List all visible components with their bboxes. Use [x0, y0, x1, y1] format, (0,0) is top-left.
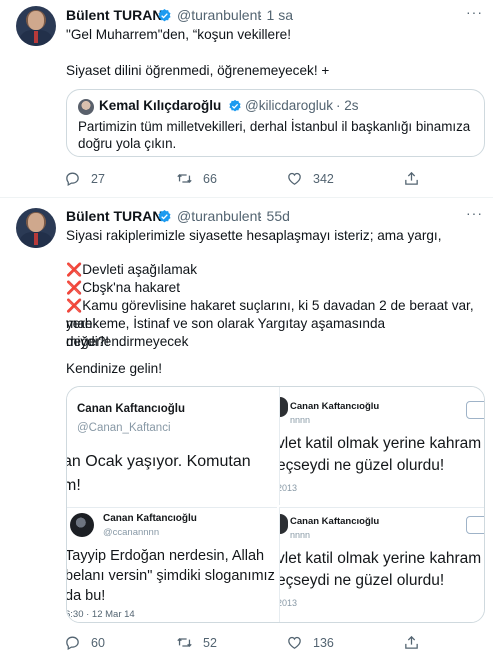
panel-author-handle: @ccanannnn: [103, 527, 160, 538]
panel-text: eçseydi ne güzel olurdu!: [279, 572, 445, 589]
panel-date: 2013: [279, 598, 298, 608]
tweet-time[interactable]: · 1 sa: [258, 7, 293, 23]
tweet-text-line: miydi?!: [66, 334, 110, 349]
tweet-actions: 27 66 342: [0, 170, 493, 190]
quote-text-line: Partimizin tüm milletvekilleri, derhal İ…: [78, 119, 471, 134]
share-icon: [405, 171, 418, 185]
tweet-text-line: Kendinize gelin!: [66, 361, 162, 376]
share-button[interactable]: [403, 170, 420, 187]
more-icon[interactable]: ···: [466, 4, 483, 20]
tweet-text-line: "Gel Muharrem"den, “koşun vekillere!: [66, 27, 291, 42]
reply-count: 60: [91, 635, 105, 650]
share-icon: [405, 635, 418, 649]
quote-time: · 2s: [336, 98, 359, 113]
panel-avatar: [280, 514, 288, 534]
like-icon: [288, 636, 301, 649]
reply-icon: [66, 172, 79, 186]
author-name[interactable]: Bülent TURAN: [66, 7, 162, 23]
reply-count: 27: [91, 171, 105, 186]
retweet-button[interactable]: 52: [176, 634, 217, 651]
panel-avatar: [70, 513, 94, 537]
media-panel: Canan Kaftancıoğlu nnnn vlet katil olmak…: [279, 387, 484, 505]
tweet-2[interactable]: Bülent TURAN @turanbulent · 55d ··· Siya…: [0, 198, 493, 655]
bullet-item: ❌Cbşk'na hakaret: [66, 279, 180, 297]
like-count: 136: [313, 635, 334, 650]
verified-badge-icon: [158, 209, 171, 223]
panel-text: da bu!: [67, 588, 106, 604]
tweet-text-line: Siyasi rakiplerimizle siyasette hesaplaş…: [66, 228, 442, 243]
follow-button: [466, 516, 484, 534]
retweet-icon: [177, 174, 192, 183]
panel-author-name: Canan Kaftancıoğlu: [103, 513, 197, 524]
panel-author-handle: nnnn: [290, 530, 311, 540]
like-count: 342: [313, 171, 334, 186]
author-handle[interactable]: @turanbulent: [177, 208, 261, 224]
panel-author-handle: @Canan_Kaftanci: [77, 422, 171, 434]
reply-icon: [66, 636, 79, 650]
panel-text: an Ocak yaşıyor. Komutan: [67, 453, 251, 470]
panel-author-name: Canan Kaftancıoğlu: [290, 401, 380, 412]
share-button[interactable]: [403, 634, 420, 651]
like-button[interactable]: 136: [286, 634, 334, 651]
panel-avatar: [280, 397, 288, 417]
author-name[interactable]: Bülent TURAN: [66, 208, 162, 224]
tweet-text-line: mahkeme, İstinaf ve son olarak Yargıtay …: [66, 316, 389, 349]
quoted-tweet[interactable]: Kemal Kılıçdaroğlu @kilicdarogluk · 2s P…: [66, 89, 485, 157]
tweet-actions: 60 52 136: [0, 634, 493, 654]
quote-author-handle: @kilicdarogluk: [245, 98, 333, 113]
media-panel: Canan Kaftancıoğlu nnnn vlet katil olmak…: [279, 507, 484, 622]
media-image[interactable]: Canan Kaftancıoğlu @Canan_Kaftanci an Oc…: [66, 386, 485, 623]
red-x-icon: ❌: [66, 298, 83, 313]
tweet-1[interactable]: Bülent TURAN @turanbulent · 1 sa ··· "Ge…: [0, 0, 493, 196]
quote-avatar: [78, 99, 94, 115]
verified-badge-icon: [229, 99, 241, 112]
quote-text-line: doğru yola çıkın.: [78, 136, 177, 151]
retweet-button[interactable]: 66: [176, 170, 217, 187]
verified-badge-icon: [158, 8, 171, 22]
retweet-count: 52: [203, 635, 217, 650]
panel-text: m!: [67, 477, 81, 494]
panel-text: belanı versin" şimdiki sloganımız: [67, 568, 275, 584]
tweet-time[interactable]: · 55d: [258, 208, 290, 224]
panel-text: eçseydi ne güzel olurdu!: [279, 457, 445, 474]
like-button[interactable]: 342: [286, 170, 334, 187]
avatar[interactable]: [16, 6, 56, 46]
like-icon: [288, 172, 301, 185]
bullet-item: ❌Devleti aşağılamak: [66, 261, 197, 279]
quote-author-name: Kemal Kılıçdaroğlu: [99, 98, 222, 113]
follow-button: [466, 401, 484, 419]
red-x-icon: ❌: [66, 280, 83, 295]
panel-text: Tayyip Erdoğan nerdesin, Allah: [67, 548, 265, 564]
panel-author-name: Canan Kaftancıoğlu: [77, 403, 185, 415]
retweet-icon: [177, 638, 192, 647]
tweet-text-line: Siyaset dilini öğrenmedi, öğrenemeyecek!…: [66, 63, 330, 78]
author-handle[interactable]: @turanbulent: [177, 7, 261, 23]
reply-button[interactable]: 27: [64, 170, 105, 187]
panel-author-name: Canan Kaftancıoğlu: [290, 516, 380, 527]
media-panel: Canan Kaftancıoğlu @ccanannnn Tayyip Erd…: [67, 507, 277, 622]
panel-author-handle: nnnn: [290, 415, 311, 425]
panel-date: 2013: [279, 483, 298, 493]
bullet-text: Devleti aşağılamak: [82, 262, 198, 277]
media-panel: Canan Kaftancıoğlu @Canan_Kaftanci an Oc…: [67, 387, 277, 505]
panel-text: vlet katil olmak yerine kahram: [279, 550, 482, 567]
bullet-text: Cbşk'na hakaret: [82, 280, 180, 295]
more-icon[interactable]: ···: [466, 205, 483, 221]
retweet-count: 66: [203, 171, 217, 186]
red-x-icon: ❌: [66, 262, 83, 277]
avatar[interactable]: [16, 208, 56, 248]
reply-button[interactable]: 60: [64, 634, 105, 651]
panel-date: 6:30 · 12 Mar 14: [67, 609, 135, 620]
panel-text: vlet katil olmak yerine kahram: [279, 435, 482, 452]
